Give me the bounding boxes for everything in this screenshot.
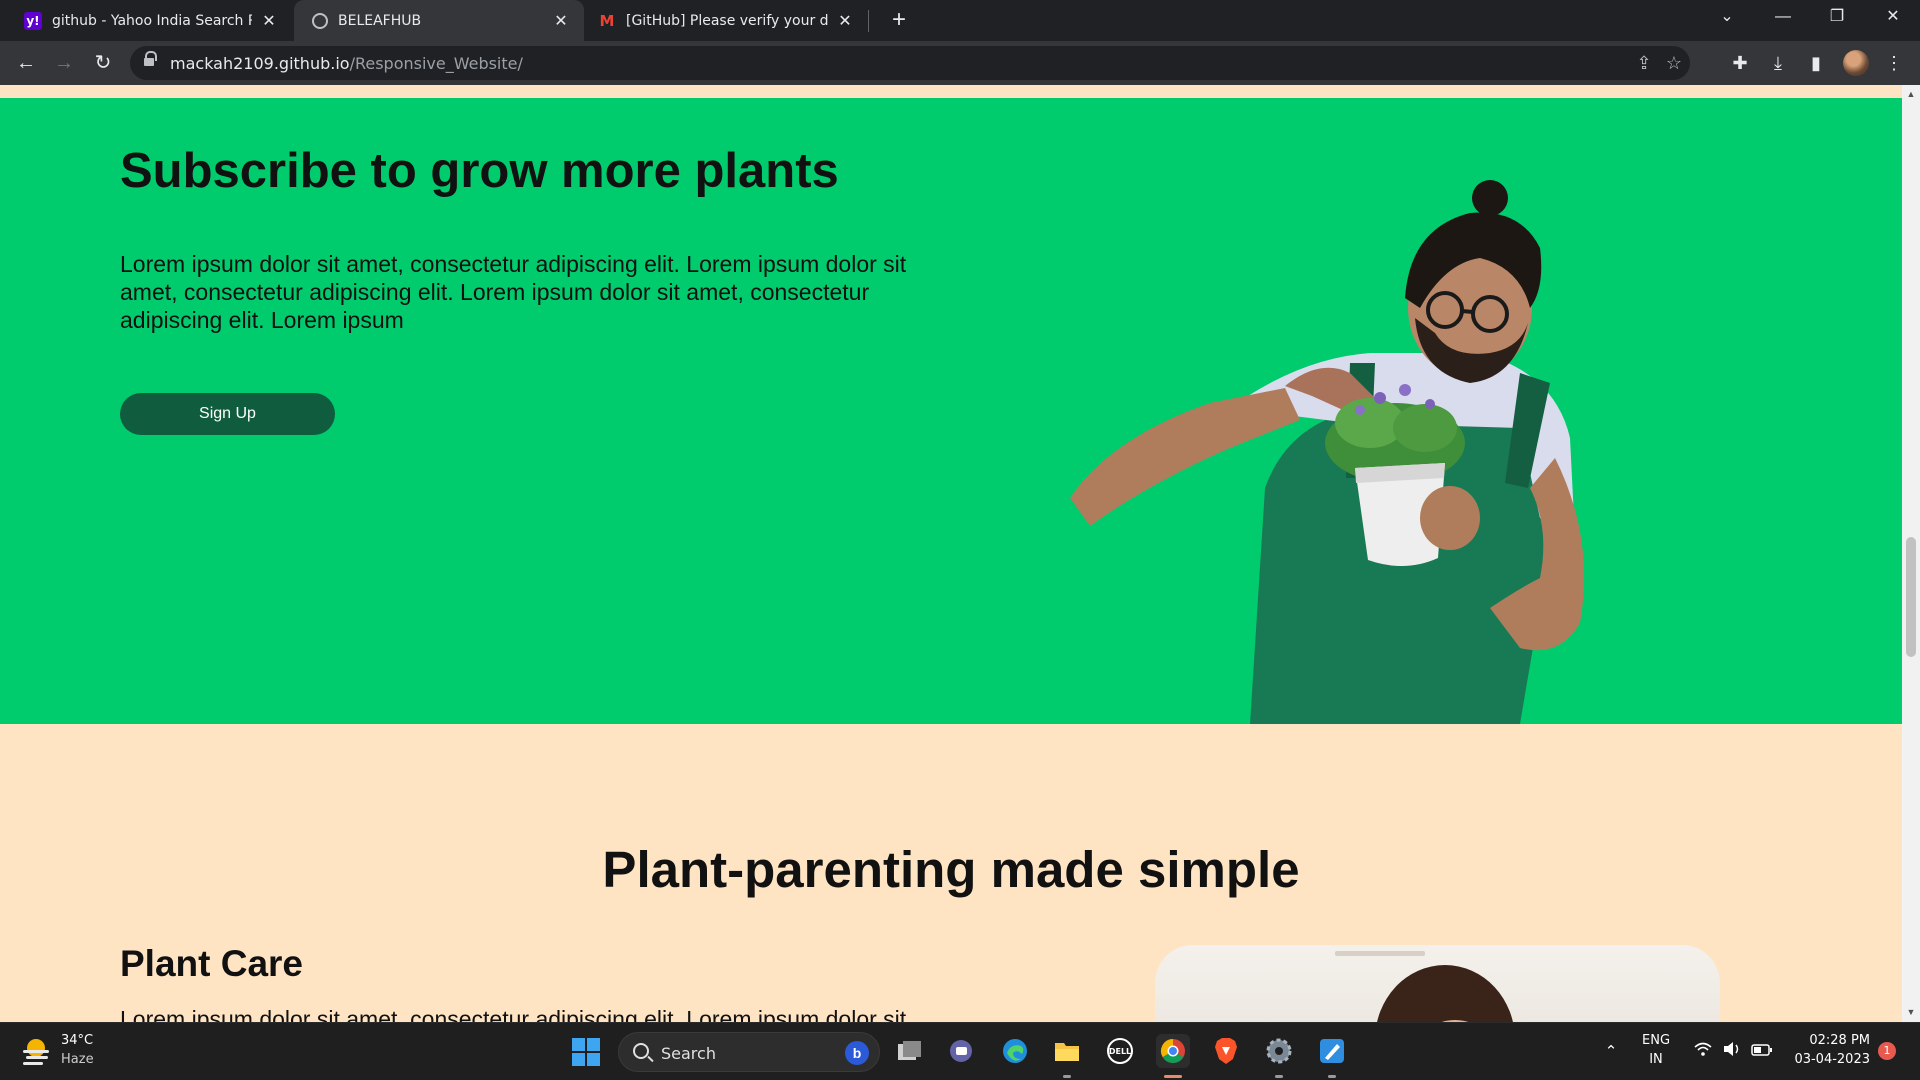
subscribe-text: Lorem ipsum dolor sit amet, consectetur … — [120, 251, 907, 333]
haze-weather-icon[interactable] — [20, 1037, 52, 1065]
share-icon[interactable]: ⇪ — [1632, 51, 1656, 75]
paint-app-icon[interactable] — [1315, 1034, 1349, 1068]
search-icon — [633, 1043, 649, 1059]
url-text[interactable]: mackah2109.github.io/Responsive_Website/ — [170, 54, 523, 73]
teams-chat-icon[interactable] — [945, 1034, 979, 1068]
plant-care-text: Lorem ipsum dolor sit amet, consectetur … — [120, 1006, 907, 1022]
tab-strip: y! github - Yahoo India Search Resu ✕ BE… — [0, 0, 1920, 41]
profile-avatar[interactable] — [1843, 50, 1869, 76]
side-panel-icon[interactable]: ▮ — [1802, 49, 1830, 77]
close-tab-icon[interactable]: ✕ — [552, 11, 570, 30]
url-host: mackah2109.github.io — [170, 54, 350, 73]
close-tab-icon[interactable]: ✕ — [260, 11, 278, 30]
active-indicator — [1164, 1075, 1182, 1078]
page-scrollbar[interactable]: ▲ ▼ — [1902, 85, 1920, 1022]
bookmark-star-icon[interactable]: ☆ — [1662, 51, 1686, 75]
new-tab-button[interactable]: + — [884, 6, 914, 36]
running-indicator — [1275, 1075, 1283, 1078]
extensions-icon[interactable]: ✚ — [1726, 49, 1754, 77]
scroll-up-arrow[interactable]: ▲ — [1906, 89, 1916, 99]
windows-taskbar: 34°C Haze Search b DELL ⌃ ENG IN 02:28 P… — [0, 1022, 1920, 1080]
volume-icon[interactable] — [1721, 1041, 1743, 1063]
chrome-browser-icon[interactable] — [1156, 1034, 1190, 1068]
weather-temperature[interactable]: 34°C — [61, 1033, 93, 1048]
lock-icon — [144, 51, 157, 67]
tab-github-verify[interactable]: M [GitHub] Please verify your devic ✕ — [586, 0, 868, 41]
file-explorer-icon[interactable] — [1050, 1034, 1084, 1068]
dell-icon[interactable]: DELL — [1103, 1034, 1137, 1068]
plant-parenting-title: Plant-parenting made simple — [602, 841, 1300, 898]
running-indicator — [1063, 1075, 1071, 1078]
tab-separator — [868, 10, 869, 32]
sign-up-button[interactable]: Sign Up — [120, 393, 335, 435]
edge-browser-icon[interactable] — [998, 1034, 1032, 1068]
download-icon[interactable]: ⤓ — [1764, 49, 1792, 77]
clock-time[interactable]: 02:28 PM — [1786, 1033, 1870, 1048]
taskbar-search-box[interactable]: Search b — [618, 1032, 880, 1072]
clock-date[interactable]: 03-04-2023 — [1786, 1052, 1870, 1067]
wifi-icon[interactable] — [1692, 1041, 1714, 1063]
globe-icon — [312, 12, 328, 29]
svg-text:DELL: DELL — [1109, 1047, 1131, 1056]
subscribe-title: Subscribe to grow more plants — [120, 144, 839, 198]
page-viewport: Subscribe to grow more plants Lorem ipsu… — [0, 85, 1902, 1022]
gmail-icon: M — [599, 11, 615, 30]
bing-icon[interactable]: b — [845, 1041, 869, 1065]
weather-description[interactable]: Haze — [61, 1052, 94, 1067]
battery-icon[interactable] — [1751, 1041, 1773, 1063]
tab-title: github - Yahoo India Search Resu — [52, 12, 252, 29]
yahoo-icon: y! — [24, 11, 42, 30]
windows-start-icon[interactable] — [572, 1038, 600, 1066]
notification-badge[interactable]: 1 — [1878, 1042, 1896, 1060]
browser-toolbar: ← → ↻ mackah2109.github.io/Responsive_We… — [0, 41, 1920, 85]
plant-care-title: Plant Care — [120, 943, 304, 984]
restore-button[interactable]: ❐ — [1810, 0, 1864, 36]
reload-button[interactable]: ↻ — [87, 47, 119, 79]
subscribe-section: Subscribe to grow more plants Lorem ipsu… — [0, 98, 1902, 724]
back-button[interactable]: ← — [10, 47, 42, 79]
minimize-button[interactable]: — — [1756, 0, 1810, 36]
brave-browser-icon[interactable] — [1209, 1034, 1243, 1068]
tab-title: [GitHub] Please verify your devic — [626, 12, 828, 29]
tab-title: BELEAFHUB — [338, 12, 422, 29]
plant-care-image — [1155, 945, 1720, 1022]
task-view-icon[interactable] — [893, 1034, 927, 1068]
tab-yahoo-search[interactable]: y! github - Yahoo India Search Resu ✕ — [0, 0, 292, 41]
url-path: /Responsive_Website/ — [349, 54, 523, 73]
running-indicator — [1328, 1075, 1336, 1078]
search-label: Search — [661, 1044, 716, 1063]
forward-button[interactable]: → — [48, 47, 80, 79]
menu-icon[interactable]: ⋮ — [1880, 49, 1908, 77]
close-tab-icon[interactable]: ✕ — [836, 11, 854, 30]
tab-beleafhub[interactable]: BELEAFHUB ✕ — [294, 0, 584, 41]
address-bar[interactable]: mackah2109.github.io/Responsive_Website/… — [130, 46, 1690, 80]
close-window-button[interactable]: ✕ — [1866, 0, 1920, 36]
chevron-up-icon[interactable]: ⌃ — [1600, 1041, 1622, 1063]
scroll-down-arrow[interactable]: ▼ — [1906, 1007, 1916, 1017]
settings-gear-icon[interactable] — [1262, 1034, 1296, 1068]
plant-care-photo-art — [1335, 951, 1513, 1022]
gardener-image — [1070, 180, 1585, 724]
scroll-thumb[interactable] — [1906, 537, 1916, 657]
language-region[interactable]: IN — [1642, 1052, 1670, 1067]
tab-search-button[interactable]: ⌄ — [1700, 0, 1754, 36]
language-code[interactable]: ENG — [1642, 1033, 1670, 1048]
